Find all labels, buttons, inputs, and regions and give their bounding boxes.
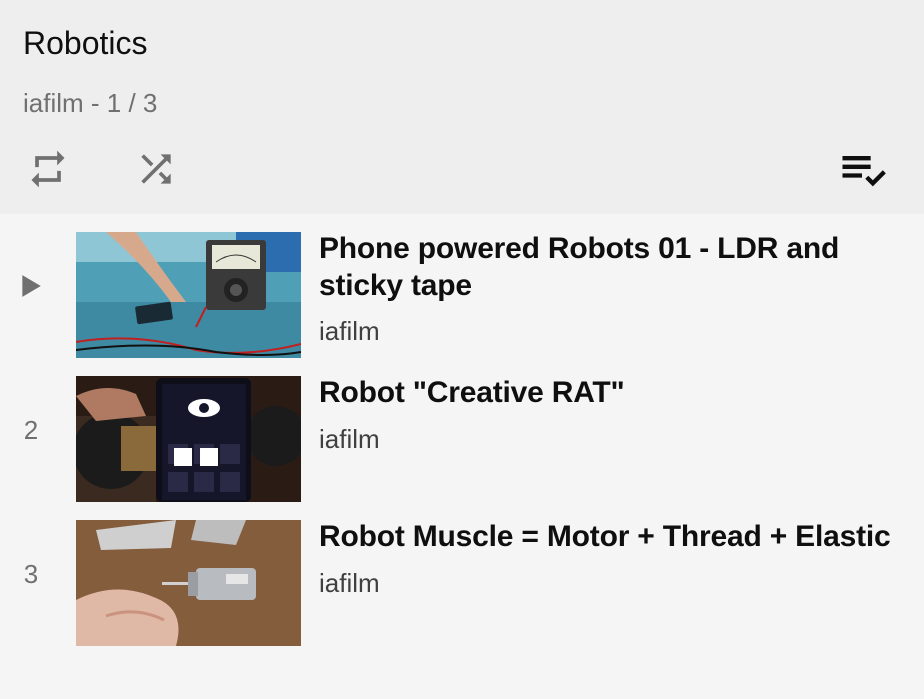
shuffle-icon <box>141 154 171 184</box>
video-title[interactable]: Phone powered Robots 01 - LDR and sticky… <box>319 230 909 304</box>
loop-button[interactable] <box>22 143 74 195</box>
video-channel[interactable]: iafilm <box>319 566 380 600</box>
playlist-item[interactable]: 2 Robot "Creative RAT" iafilm <box>0 358 924 502</box>
video-title[interactable]: Robot "Creative RAT" <box>319 374 909 411</box>
play-arrow-icon <box>22 275 41 297</box>
video-title[interactable]: Robot Muscle = Motor + Thread + Elastic <box>319 518 909 555</box>
shuffle-button[interactable] <box>130 143 182 195</box>
playlist-save-icon <box>842 156 886 187</box>
playlist-title[interactable]: Robotics <box>23 23 148 63</box>
playlist-item[interactable]: 3 Robot Muscle = Motor + Thread + Elasti… <box>0 502 924 646</box>
video-channel[interactable]: iafilm <box>319 314 380 348</box>
loop-icon <box>31 150 65 188</box>
playlist-header: Robotics iafilm - 1 / 3 <box>0 0 924 214</box>
playlist-subtitle: iafilm - 1 / 3 <box>23 88 158 118</box>
video-index: 2 <box>23 414 39 445</box>
now-playing-indicator <box>0 214 62 358</box>
video-index: 3 <box>23 558 39 589</box>
video-thumbnail[interactable] <box>76 232 301 358</box>
playlist-item[interactable]: Phone powered Robots 01 - LDR and sticky… <box>0 214 924 358</box>
video-channel[interactable]: iafilm <box>319 422 380 456</box>
playlist-panel: Robotics iafilm - 1 / 3 Phone powered Ro… <box>0 0 924 699</box>
video-thumbnail[interactable] <box>76 376 301 502</box>
save-playlist-button[interactable] <box>836 143 888 195</box>
video-thumbnail[interactable] <box>76 520 301 646</box>
